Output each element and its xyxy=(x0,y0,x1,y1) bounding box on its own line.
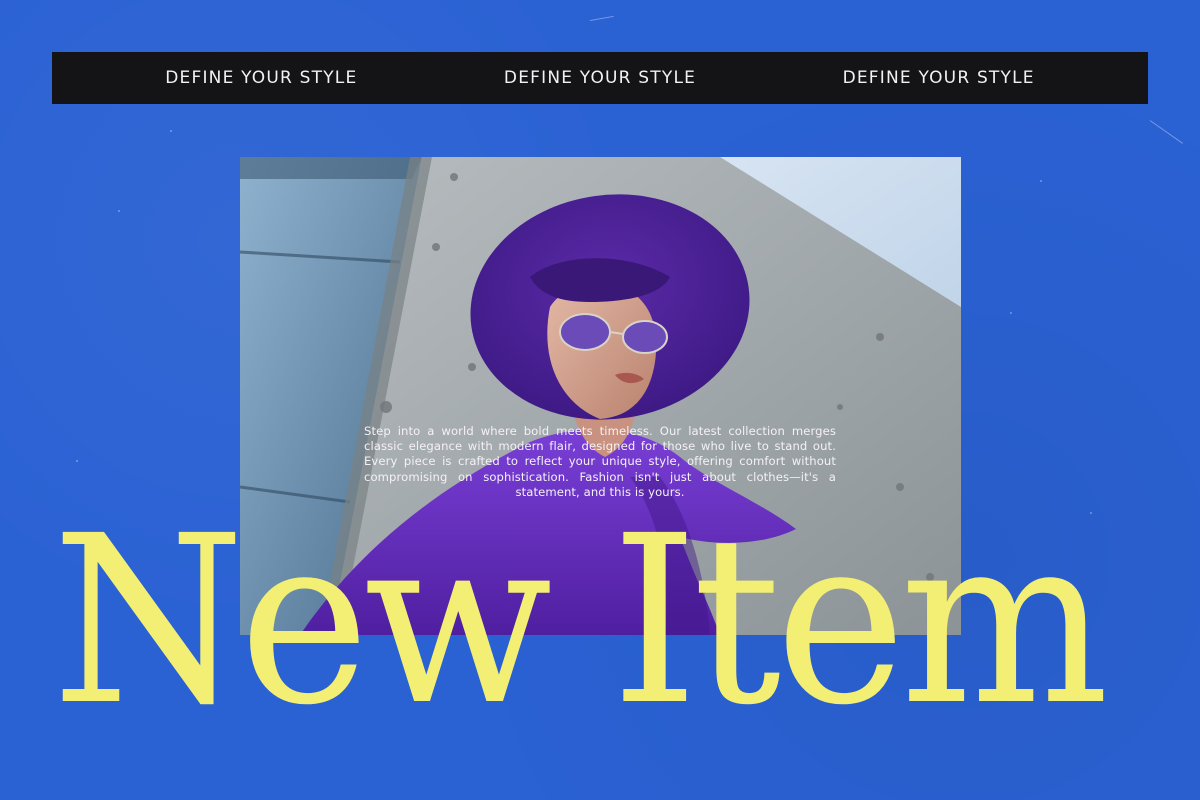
texture-speck xyxy=(1040,180,1042,182)
texture-speck xyxy=(1010,312,1012,314)
headline: New Item xyxy=(52,486,1109,756)
texture-speck xyxy=(170,130,172,132)
banner-text: DEFINE YOUR STYLE xyxy=(503,68,697,88)
texture-speck xyxy=(118,210,120,212)
poster-canvas: DEFINE YOUR STYLE DEFINE YOUR STYLE DEFI… xyxy=(0,0,1200,800)
texture-scratch xyxy=(589,15,614,21)
banner-text: DEFINE YOUR STYLE xyxy=(165,68,358,88)
texture-speck xyxy=(76,460,78,462)
banner-text: DEFINE YOUR STYLE xyxy=(842,68,1035,88)
texture-scratch xyxy=(1149,120,1184,144)
top-banner: DEFINE YOUR STYLE DEFINE YOUR STYLE DEFI… xyxy=(52,52,1148,104)
